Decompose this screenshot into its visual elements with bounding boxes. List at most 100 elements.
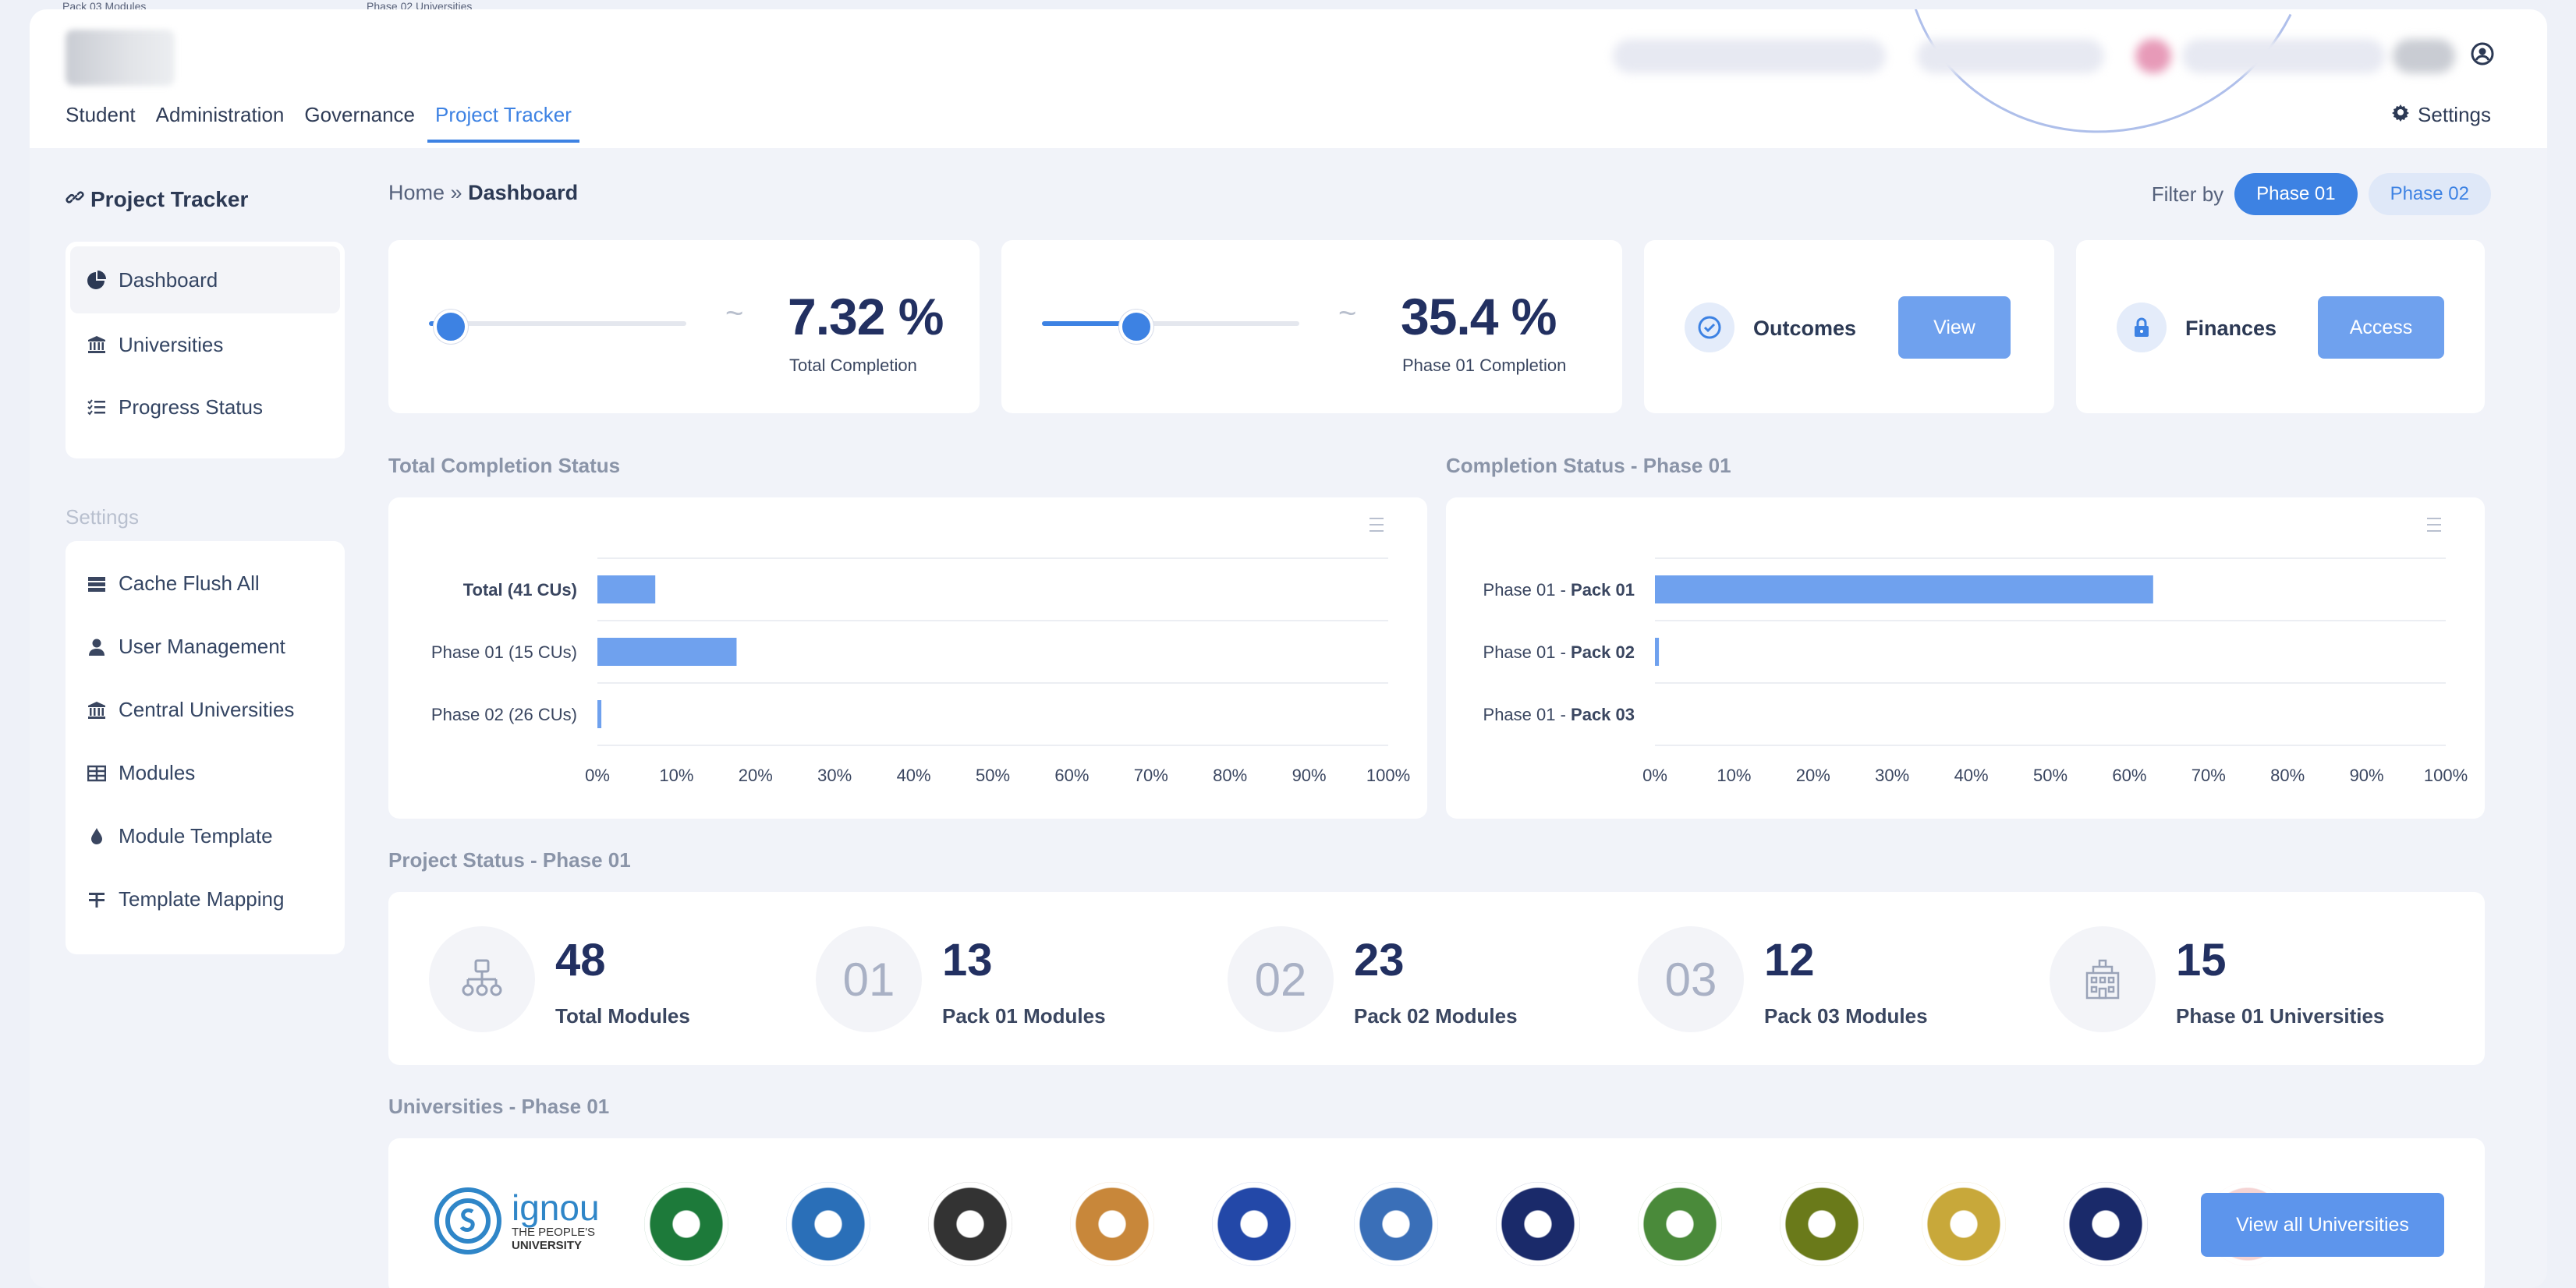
tick-label: 40% <box>1954 766 1989 785</box>
category-label: Phase 01 - Pack 02 <box>1483 642 1635 662</box>
bar[interactable] <box>597 638 737 666</box>
tick-label: 60% <box>1054 766 1089 785</box>
kpi-label: Phase 01 Completion <box>1402 356 1567 375</box>
sidebar-item-universities[interactable]: Universities <box>66 313 345 376</box>
stat-value: 15 <box>2176 935 2227 985</box>
lock-icon <box>2117 303 2167 352</box>
pie-chart-icon <box>87 271 106 289</box>
university-logo[interactable] <box>1922 1182 2006 1266</box>
outcomes-label: Outcomes <box>1753 317 1857 340</box>
tick-label: 90% <box>1292 766 1327 785</box>
app-window: Student Administration Governance Projec… <box>30 9 2547 1288</box>
completion-slider[interactable] <box>429 310 686 344</box>
bar[interactable] <box>1655 575 2153 603</box>
approx-icon: ~ <box>725 296 744 331</box>
nav-student[interactable]: Student <box>66 103 136 143</box>
kpi-value: 35.4 % <box>1401 288 1557 345</box>
tick-label: 40% <box>897 766 931 785</box>
sidebar-item-label: User Management <box>119 635 285 658</box>
user-circle-icon[interactable] <box>2464 36 2500 72</box>
university-logo[interactable] <box>1780 1182 1864 1266</box>
university-logo[interactable] <box>786 1182 870 1266</box>
org-chart-icon <box>429 926 535 1032</box>
building-icon <box>2050 926 2156 1032</box>
category-label: Phase 02 (26 CUs) <box>431 705 577 724</box>
university-logo[interactable] <box>928 1182 1012 1266</box>
view-all-universities-button[interactable]: View all Universities <box>2201 1193 2444 1257</box>
sidebar-item-user-management[interactable]: User Management <box>66 615 345 678</box>
bar[interactable] <box>1655 638 1660 666</box>
chart-menu-icon[interactable] <box>2427 518 2441 532</box>
app-logo[interactable] <box>66 30 175 86</box>
bar[interactable] <box>597 575 656 603</box>
stat-badge: 02 <box>1228 926 1334 1032</box>
sidebar-item-dashboard[interactable]: Dashboard <box>70 246 340 313</box>
tick-label: 80% <box>1213 766 1247 785</box>
university-logo[interactable] <box>2064 1182 2148 1266</box>
slider-knob[interactable] <box>434 310 468 344</box>
stat-value: 48 <box>555 935 606 985</box>
stat-label: Pack 02 Modules <box>1354 1004 1518 1028</box>
nav-administration[interactable]: Administration <box>156 103 285 143</box>
university-logo[interactable] <box>1354 1182 1438 1266</box>
sidebar-item-template-mapping[interactable]: Template Mapping <box>66 868 345 931</box>
blurred-header-item[interactable] <box>1613 39 1886 73</box>
category-label: Phase 01 - Pack 01 <box>1483 580 1635 600</box>
university-logo-ignou[interactable]: ignou THE PEOPLE'S UNIVERSITY <box>432 1185 600 1257</box>
category-label: Phase 01 - Pack 03 <box>1483 705 1635 724</box>
filter-label: Filter by <box>2151 182 2224 206</box>
stat-value: 12 <box>1764 935 1815 985</box>
ignou-wordmark: ignou <box>512 1187 600 1228</box>
university-logo[interactable] <box>1212 1182 1296 1266</box>
sidebar-item-cache-flush[interactable]: Cache Flush All <box>66 552 345 615</box>
sidebar-menu: Dashboard Universities Progress Status <box>66 242 345 458</box>
ignou-logo-icon <box>434 1187 501 1254</box>
ignou-tagline: UNIVERSITY <box>512 1239 583 1252</box>
blurred-header-item[interactable] <box>2182 39 2385 73</box>
nav-governance[interactable]: Governance <box>304 103 415 143</box>
sidebar-settings-heading: Settings <box>66 505 139 529</box>
tick-label: 100% <box>1366 766 1410 785</box>
breadcrumb-home[interactable]: Home <box>388 181 445 204</box>
sidebar-item-label: Dashboard <box>119 267 218 292</box>
filter-phase-01-button[interactable]: Phase 01 <box>2234 173 2358 215</box>
slider-knob[interactable] <box>1119 310 1153 344</box>
sidebar-settings-menu: Cache Flush All User Management Central … <box>66 541 345 954</box>
sidebar-item-progress-status[interactable]: Progress Status <box>66 376 345 438</box>
sidebar-item-label: Central Universities <box>119 698 295 721</box>
university-logo[interactable] <box>1070 1182 1154 1266</box>
bar[interactable] <box>597 700 602 728</box>
tick-label: 80% <box>2270 766 2305 785</box>
bar-chart-phase-completion: Phase 01 - Pack 01 Phase 01 - Pack 02 Phas… <box>1483 557 2468 785</box>
chart-menu-icon[interactable] <box>1369 518 1384 532</box>
settings-link[interactable]: Settings <box>2391 103 2491 127</box>
stat-label: Pack 01 Modules <box>942 1004 1106 1028</box>
university-logo[interactable] <box>644 1182 728 1266</box>
ignou-tagline: THE PEOPLE'S <box>512 1226 596 1239</box>
category-label: Phase 01 (15 CUs) <box>431 642 577 662</box>
nav-project-tracker[interactable]: Project Tracker <box>427 103 579 143</box>
breadcrumb-current: Dashboard <box>468 181 579 204</box>
breadcrumb-separator: » <box>450 181 462 204</box>
outcomes-view-button[interactable]: View <box>1898 296 2011 359</box>
finances-access-button[interactable]: Access <box>2318 296 2444 359</box>
sidebar-item-label: Modules <box>119 761 196 784</box>
link-icon <box>66 187 84 212</box>
table-icon <box>87 764 106 783</box>
kpi-label: Total Completion <box>789 356 917 375</box>
sidebar-item-module-template[interactable]: Module Template <box>66 805 345 868</box>
filter-phase-02-button[interactable]: Phase 02 <box>2368 173 2491 215</box>
blurred-header-item[interactable] <box>1917 39 2104 73</box>
tick-label: 60% <box>2112 766 2146 785</box>
sidebar-item-modules[interactable]: Modules <box>66 741 345 805</box>
tick-label: 20% <box>739 766 773 785</box>
tick-label: 90% <box>2350 766 2384 785</box>
chart-card-phase-completion: Phase 01 - Pack 01 Phase 01 - Pack 02 Phas… <box>1446 497 2485 819</box>
section-title-total-completion: Total Completion Status <box>388 454 621 477</box>
completion-slider[interactable] <box>1042 310 1299 344</box>
university-logo[interactable] <box>1638 1182 1722 1266</box>
university-logo[interactable] <box>1496 1182 1580 1266</box>
sidebar-item-central-universities[interactable]: Central Universities <box>66 678 345 741</box>
stat-label: Phase 01 Universities <box>2176 1004 2385 1028</box>
breadcrumb: Home » Dashboard <box>388 181 578 205</box>
